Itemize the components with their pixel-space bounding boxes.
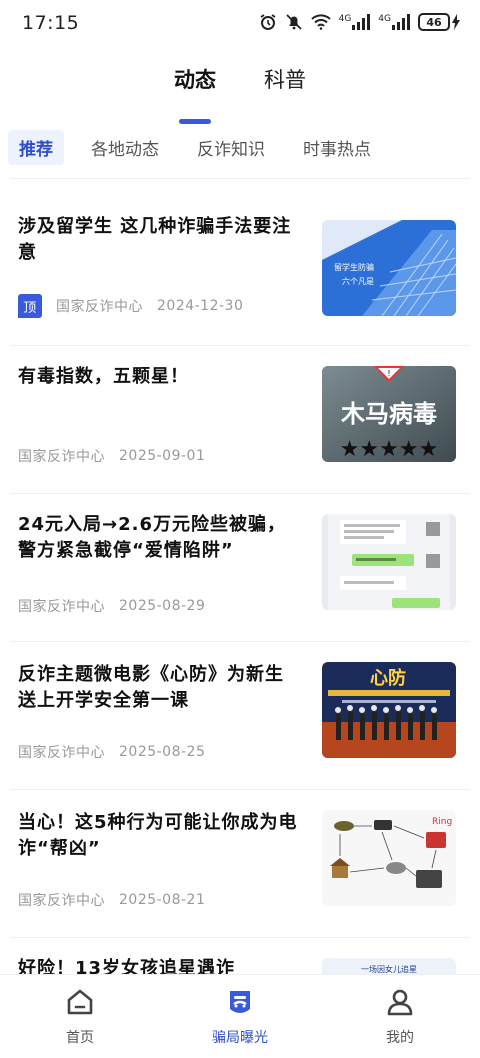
signal-2-label: 4G	[378, 14, 391, 24]
news-thumbnail[interactable]: 心防	[322, 662, 456, 758]
signal-1-label: 4G	[338, 14, 352, 24]
news-meta: 国家反诈中心 2025-08-25	[18, 742, 205, 762]
news-title[interactable]: 好险！13岁女孩追星遇诈	[18, 956, 298, 974]
news-source: 国家反诈中心	[18, 893, 105, 909]
news-item[interactable]: 反诈主题微电影《心防》为新生送上开学安全第一课 国家反诈中心 2025-08-2…	[10, 642, 470, 790]
idol-chasing-thumb-image: 一场因女儿追星	[322, 958, 456, 974]
mask-icon	[225, 987, 255, 1021]
tab-kepu[interactable]: 科普	[264, 62, 306, 112]
news-source: 国家反诈中心	[18, 599, 105, 615]
person-icon	[385, 987, 415, 1021]
news-source: 国家反诈中心	[18, 449, 105, 465]
news-title[interactable]: 有毒指数，五颗星！	[18, 364, 298, 390]
news-title[interactable]: 24元入局→2.6万元险些被骗，警方紧急截停“爱情陷阱”	[18, 512, 298, 564]
subtab-anti-fraud-knowledge[interactable]: 反诈知识	[186, 130, 276, 165]
news-item[interactable]: 有毒指数，五颗星！ 国家反诈中心 2025-09-01 ! 木马病毒 ★★★★★	[10, 346, 470, 494]
status-bar: 17:15 4G 4G 46	[0, 0, 480, 50]
news-item[interactable]: 当心！这5种行为可能让你成为电诈“帮凶” 国家反诈中心 2025-08-21 R…	[10, 790, 470, 938]
nav-profile[interactable]: 我的	[345, 987, 455, 1058]
news-date: 2025-08-25	[119, 744, 206, 760]
svg-text:留学生防骗: 留学生防骗	[334, 262, 374, 272]
pinned-badge: 顶	[18, 294, 42, 318]
news-date: 2025-08-21	[119, 892, 206, 908]
news-feed[interactable]: 涉及留学生 这几种诈骗手法要注意 顶 国家反诈中心 2024-12-30 留学生…	[0, 180, 480, 974]
subtab-recommend[interactable]: 推荐	[8, 129, 64, 165]
nav-home-label: 首页	[66, 1030, 94, 1046]
news-thumbnail[interactable]: 一场因女儿追星	[322, 958, 456, 974]
news-date: 2024-12-30	[157, 298, 244, 314]
charging-icon	[452, 14, 460, 30]
film-event-thumb-image: 心防	[322, 662, 456, 758]
devices-diagram-thumb-image: Ring	[322, 810, 456, 906]
svg-text:Ring: Ring	[432, 817, 452, 827]
news-thumbnail[interactable]: ! 木马病毒 ★★★★★	[322, 366, 456, 462]
news-date: 2025-09-01	[119, 448, 206, 464]
alarm-icon	[259, 13, 277, 31]
news-thumbnail[interactable]: Ring	[322, 810, 456, 906]
status-icons: 4G 4G 46	[259, 13, 460, 31]
status-time: 17:15	[22, 12, 80, 34]
news-meta: 国家反诈中心 2025-08-29	[18, 596, 205, 616]
trojan-virus-thumb-image: ! 木马病毒 ★★★★★	[322, 366, 456, 462]
news-meta: 顶 国家反诈中心 2024-12-30	[18, 294, 243, 318]
news-thumbnail[interactable]	[322, 514, 456, 610]
app-screen: 17:15 4G 4G 46 动态 科普 推荐 各地动态 反诈知识 时事热点 涉…	[0, 0, 480, 1058]
news-item[interactable]: 好险！13岁女孩追星遇诈 一场因女儿追星	[10, 938, 470, 974]
svg-text:!: !	[387, 369, 390, 378]
nav-profile-label: 我的	[386, 1030, 414, 1046]
battery-level: 46	[418, 13, 450, 31]
battery-indicator: 46	[418, 13, 460, 31]
nav-scam-exposure[interactable]: 骗局曝光	[185, 987, 295, 1058]
news-title[interactable]: 反诈主题微电影《心防》为新生送上开学安全第一课	[18, 662, 298, 714]
wifi-icon	[310, 14, 331, 30]
news-item[interactable]: 涉及留学生 这几种诈骗手法要注意 顶 国家反诈中心 2024-12-30 留学生…	[10, 180, 470, 346]
nav-scam-exposure-label: 骗局曝光	[212, 1030, 268, 1046]
svg-text:木马病毒: 木马病毒	[340, 400, 437, 428]
top-tabs: 动态 科普	[0, 62, 480, 112]
svg-text:一场因女儿追星: 一场因女儿追星	[361, 964, 417, 974]
nav-home[interactable]: 首页	[25, 987, 135, 1058]
home-icon	[65, 987, 95, 1021]
svg-text:六个凡是: 六个凡是	[342, 276, 374, 286]
news-source: 国家反诈中心	[56, 299, 143, 315]
news-title[interactable]: 当心！这5种行为可能让你成为电诈“帮凶”	[18, 810, 298, 862]
subtab-local-news[interactable]: 各地动态	[80, 130, 170, 165]
svg-text:心防: 心防	[370, 667, 406, 689]
svg-text:★★★★★: ★★★★★	[340, 437, 439, 462]
subtab-current-affairs[interactable]: 时事热点	[292, 130, 382, 165]
cell-signal-1-icon: 4G	[339, 14, 371, 30]
news-source: 国家反诈中心	[18, 745, 105, 761]
building-thumb-image: 留学生防骗 六个凡是	[322, 220, 456, 316]
bottom-navigation: 首页 骗局曝光 我的	[0, 974, 480, 1058]
news-date: 2025-08-29	[119, 598, 206, 614]
chat-screenshot-thumb-image	[322, 514, 456, 610]
tab-dongtai[interactable]: 动态	[174, 62, 216, 112]
news-meta: 国家反诈中心 2025-09-01	[18, 446, 205, 466]
news-title[interactable]: 涉及留学生 这几种诈骗手法要注意	[18, 214, 298, 266]
cell-signal-2-icon: 4G	[378, 14, 410, 30]
news-item[interactable]: 24元入局→2.6万元险些被骗，警方紧急截停“爱情陷阱” 国家反诈中心 2025…	[10, 494, 470, 642]
sub-tabs: 推荐 各地动态 反诈知识 时事热点	[8, 129, 480, 165]
news-thumbnail[interactable]: 留学生防骗 六个凡是	[322, 220, 456, 316]
news-meta: 国家反诈中心 2025-08-21	[18, 890, 205, 910]
tabs-divider	[10, 178, 470, 179]
mute-bell-icon	[285, 13, 303, 31]
